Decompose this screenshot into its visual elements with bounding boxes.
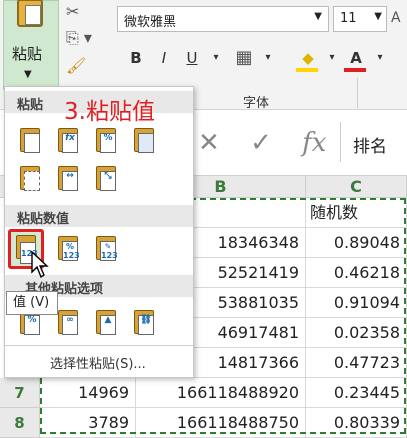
chevron-down-icon[interactable]: ▾ xyxy=(320,46,344,70)
paste-formulas-number-format-icon[interactable]: % xyxy=(93,125,121,157)
mouse-cursor-icon xyxy=(31,250,49,279)
confirm-icon[interactable]: ✓ xyxy=(250,128,272,158)
cell[interactable]: 0.46218 xyxy=(306,258,407,288)
paste-formulas-icon[interactable]: fx xyxy=(55,125,83,157)
font-group-label: 字体 xyxy=(243,96,270,111)
chevron-down-icon: ▼ xyxy=(374,11,382,22)
values-badge: 123 xyxy=(63,251,80,260)
column-header-c[interactable]: C xyxy=(306,176,407,198)
font-color-icon[interactable]: A xyxy=(344,46,368,70)
values-badge: 123 xyxy=(101,251,118,260)
paste-icon[interactable] xyxy=(17,125,45,157)
transpose-icon[interactable]: ⤡ xyxy=(93,163,121,195)
formula-bar-buttons: ✕ ✓ fx xyxy=(198,128,326,158)
cell[interactable]: 0.47723 xyxy=(306,348,407,378)
paste-label: 粘贴 xyxy=(12,45,43,63)
increase-font-button[interactable]: A xyxy=(391,10,401,26)
increase-font-label: A xyxy=(391,10,401,26)
italic-button[interactable]: I xyxy=(152,46,176,70)
chevron-down-icon: ▼ xyxy=(314,11,322,22)
bold-button[interactable]: B xyxy=(124,46,148,70)
linked-picture-icon[interactable]: ⛓ xyxy=(131,307,159,339)
keep-column-widths-icon[interactable]: ↔ xyxy=(55,163,83,195)
menu-divider xyxy=(5,345,193,346)
paste-button[interactable]: 粘贴 ▼ xyxy=(3,0,59,90)
fill-color-icon[interactable]: ◆ xyxy=(296,46,320,70)
chevron-down-icon[interactable]: ▾ xyxy=(368,46,392,70)
font-color-swatch xyxy=(344,68,366,72)
row-header-7[interactable]: 7 xyxy=(0,378,40,408)
cell[interactable]: 0.91094 xyxy=(306,288,407,318)
values-source-formatting-icon[interactable]: ✎ 123 xyxy=(93,233,121,265)
no-borders-icon[interactable] xyxy=(17,163,45,195)
border-icon[interactable]: ▦ xyxy=(232,46,256,70)
cell[interactable]: 14969 xyxy=(40,378,136,408)
formula-content[interactable]: 排名 xyxy=(340,122,407,162)
chevron-down-icon[interactable]: ▾ xyxy=(204,46,228,70)
fill-color-swatch xyxy=(296,68,318,72)
cell[interactable]: 0.23445 xyxy=(306,378,407,408)
group-divider xyxy=(357,78,358,108)
step-annotation: 3.粘贴值 xyxy=(64,99,155,125)
paste-special-link[interactable]: 选择性粘贴(S)... xyxy=(50,353,146,372)
section-paste-values: 粘贴数值 xyxy=(5,205,193,227)
cell-header-random[interactable]: 随机数 xyxy=(306,198,407,228)
paste-link-icon[interactable]: ∞ xyxy=(55,307,83,339)
fx-icon[interactable]: fx xyxy=(302,128,326,158)
cell[interactable]: 166118488920 xyxy=(136,378,306,408)
cancel-icon[interactable]: ✕ xyxy=(198,128,220,158)
font-name-select[interactable]: 微软雅黑 ▼ xyxy=(117,6,329,32)
cell[interactable]: 0.02358 xyxy=(306,318,407,348)
copy-icon[interactable]: ⎘ ▾ xyxy=(66,28,92,48)
font-size-value: 11 xyxy=(340,11,357,26)
keep-source-formatting-icon[interactable] xyxy=(131,125,159,157)
font-name-value: 微软雅黑 xyxy=(124,15,177,30)
font-size-select[interactable]: 11 ▼ xyxy=(333,6,387,32)
format-painter-icon[interactable]: 🖌 xyxy=(66,56,86,75)
chevron-down-icon[interactable]: ▾ xyxy=(256,46,280,70)
cut-icon[interactable]: ✂ xyxy=(66,2,79,21)
picture-icon[interactable]: ▲ xyxy=(93,307,121,339)
clipboard-icon xyxy=(17,0,43,27)
values-number-format-icon[interactable]: % 123 xyxy=(55,233,83,265)
underline-button[interactable]: U xyxy=(180,46,204,70)
cell[interactable]: 0.89048 xyxy=(306,228,407,258)
chevron-down-icon[interactable]: ▼ xyxy=(24,69,32,80)
paste-values-tooltip: 值 (V) xyxy=(6,291,58,315)
